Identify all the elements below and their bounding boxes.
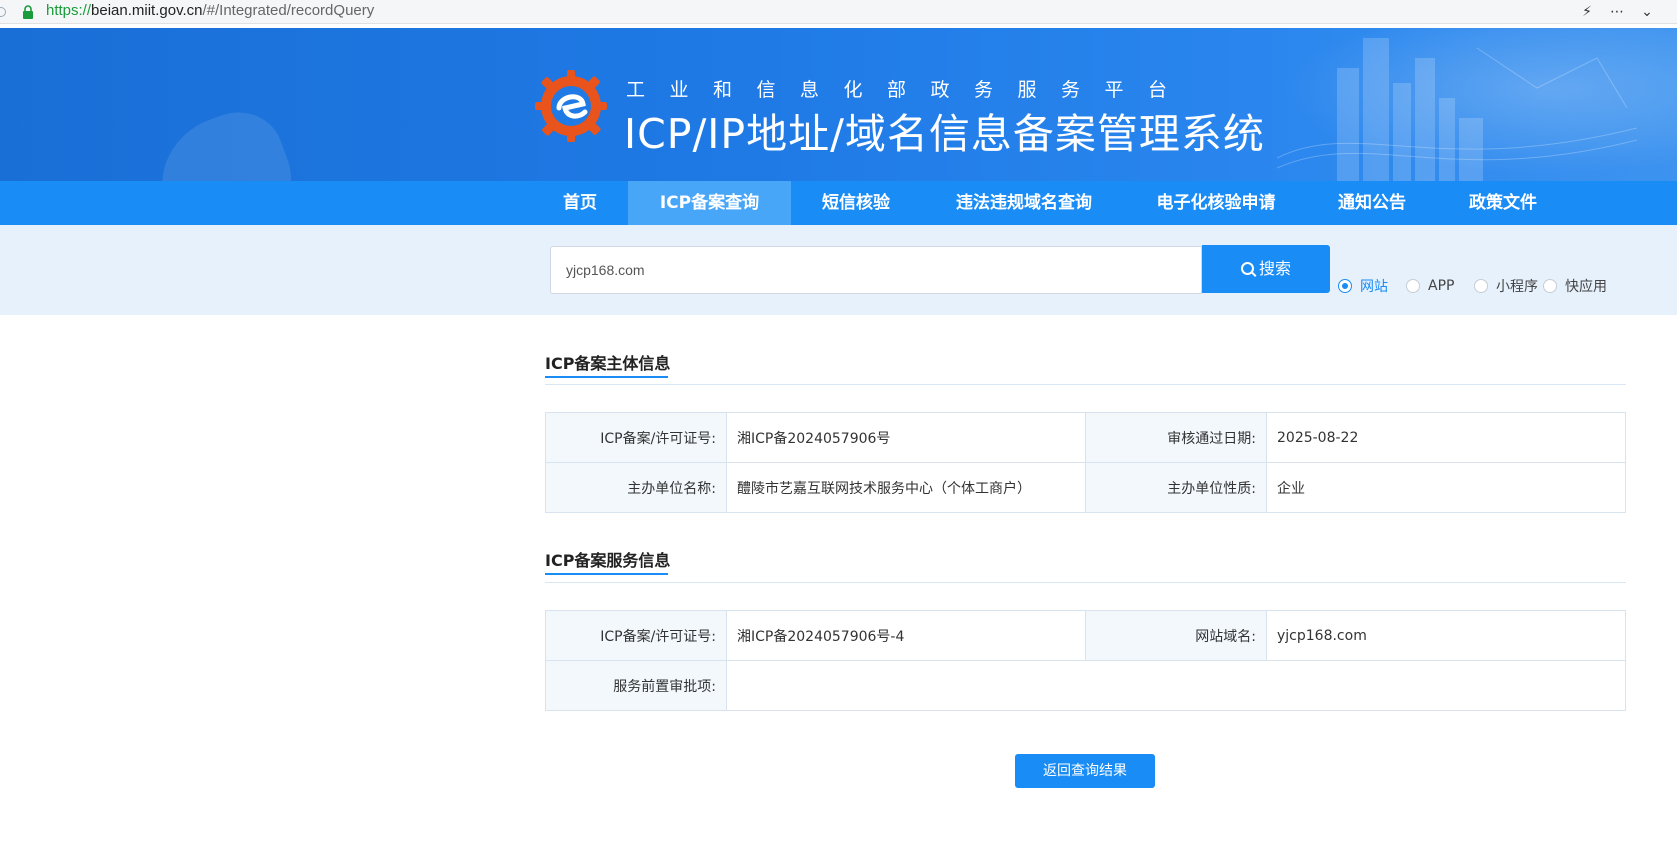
radio-website[interactable]: 网站 [1338, 276, 1388, 296]
miit-logo [535, 70, 607, 142]
lightning-icon[interactable]: ⚡ [1579, 4, 1595, 20]
section-underline [545, 573, 668, 575]
lock-icon [23, 5, 33, 19]
main-nav: 首页 ICP备案查询 短信核验 违法违规域名查询 电子化核验申请 通知公告 政策… [0, 181, 1677, 225]
subject-section-title: ICP备案主体信息 [545, 354, 671, 373]
page-title: ICP/IP地址/域名信息备案管理系统 [624, 110, 1265, 158]
organizer-name-label: 主办单位名称: [545, 462, 727, 513]
radio-quick-app[interactable]: 快应用 [1543, 276, 1607, 296]
organizer-name-value: 醴陵市艺嘉互联网技术服务中心（个体工商户） [726, 462, 1086, 513]
nav-item-sms-verify[interactable]: 短信核验 [808, 181, 904, 225]
radio-dot [1406, 279, 1420, 293]
table-row: ICP备案/许可证号: 湘ICP备2024057906号-4 网站域名: yjc… [545, 610, 1626, 661]
radio-dot [1338, 279, 1352, 293]
organizer-type-value: 企业 [1266, 462, 1626, 513]
header-subtitle: 工业和信息化部政务服务平台 [626, 79, 1192, 101]
url-path: /#/Integrated/recordQuery [202, 2, 375, 19]
url-host: beian.miit.gov.cn [91, 2, 203, 19]
pre-approval-label: 服务前置审批项: [545, 660, 727, 711]
search-input[interactable]: yjcp168.com [550, 246, 1202, 294]
search-button[interactable]: 搜索 [1202, 245, 1330, 293]
back-to-results-button[interactable]: 返回查询结果 [1015, 754, 1155, 788]
nav-item-icp-query[interactable]: ICP备案查询 [628, 181, 791, 225]
nav-item-illegal-domain-query[interactable]: 违法违规域名查询 [944, 181, 1104, 225]
table-row: 服务前置审批项: [545, 660, 1626, 711]
license-label: ICP备案/许可证号: [545, 412, 727, 463]
search-button-label: 搜索 [1258, 259, 1291, 278]
chevron-down-icon[interactable]: ⌄ [1639, 4, 1655, 20]
radio-mini-program[interactable]: 小程序 [1474, 276, 1538, 296]
table-row: ICP备案/许可证号: 湘ICP备2024057906号 审核通过日期: 202… [545, 412, 1626, 463]
browser-address-bar: https://beian.miit.gov.cn/#/Integrated/r… [0, 0, 1677, 24]
search-icon [1240, 262, 1254, 275]
url-field[interactable]: https://beian.miit.gov.cn/#/Integrated/r… [46, 2, 374, 19]
section-divider [545, 582, 1626, 583]
radio-dot [1474, 279, 1488, 293]
domain-label: 网站域名: [1085, 610, 1267, 661]
nav-item-electronic-verify[interactable]: 电子化核验申请 [1148, 181, 1284, 225]
table-row: 主办单位名称: 醴陵市艺嘉互联网技术服务中心（个体工商户） 主办单位性质: 企业 [545, 462, 1626, 513]
service-license-value: 湘ICP备2024057906号-4 [726, 610, 1086, 661]
url-protocol: https:// [46, 2, 92, 19]
service-section-title: ICP备案服务信息 [545, 551, 671, 570]
approval-date-label: 审核通过日期: [1085, 412, 1267, 463]
radio-app[interactable]: APP [1406, 276, 1454, 296]
section-underline [545, 376, 668, 378]
section-divider [545, 384, 1626, 385]
domain-value: yjcp168.com [1266, 610, 1626, 661]
city-skyline-decoration [1277, 38, 1637, 181]
header-banner: 工业和信息化部政务服务平台 ICP/IP地址/域名信息备案管理系统 [0, 28, 1677, 181]
pre-approval-value [726, 660, 1626, 711]
license-value: 湘ICP备2024057906号 [726, 412, 1086, 463]
more-icon[interactable]: ⋯ [1609, 4, 1625, 20]
radio-dot [1543, 279, 1557, 293]
page-info-icon[interactable] [0, 4, 12, 20]
approval-date-value: 2025-08-22 [1266, 412, 1626, 463]
nav-item-notices[interactable]: 通知公告 [1330, 181, 1414, 225]
nav-item-policy-docs[interactable]: 政策文件 [1461, 181, 1545, 225]
organizer-type-label: 主办单位性质: [1085, 462, 1267, 513]
service-info-table: ICP备案/许可证号: 湘ICP备2024057906号-4 网站域名: yjc… [545, 610, 1626, 711]
subject-info-table: ICP备案/许可证号: 湘ICP备2024057906号 审核通过日期: 202… [545, 412, 1626, 513]
nav-item-home[interactable]: 首页 [548, 181, 612, 225]
service-license-label: ICP备案/许可证号: [545, 610, 727, 661]
